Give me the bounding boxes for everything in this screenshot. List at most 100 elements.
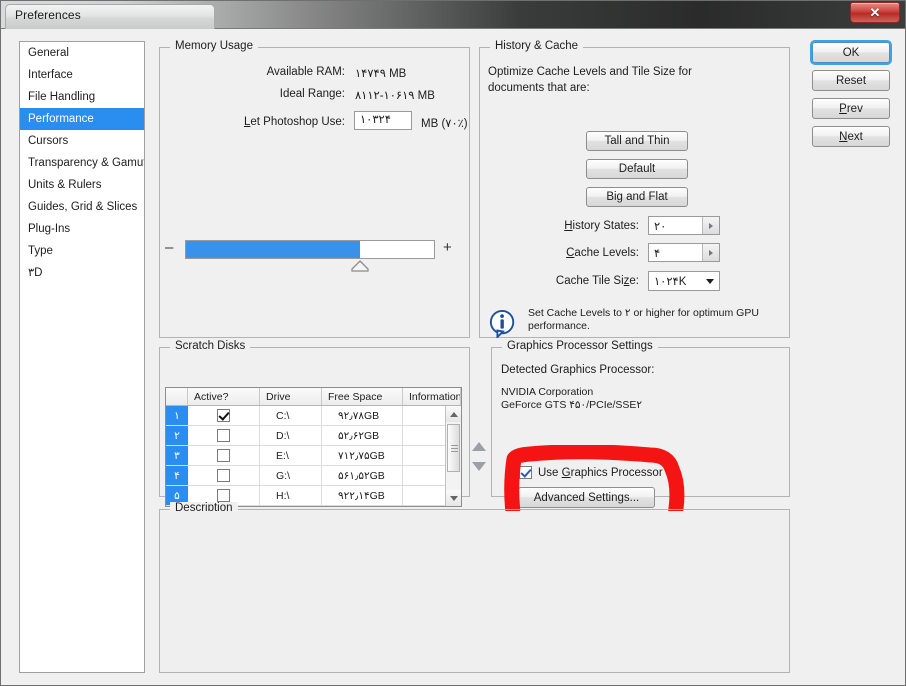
row-number: ۳ <box>166 446 188 465</box>
memory-slider-fill <box>186 241 360 258</box>
row-free-space: ۵۲٫۶۲GB <box>322 426 403 445</box>
default-button[interactable]: Default <box>586 159 688 179</box>
chevron-down-icon[interactable] <box>701 279 719 284</box>
table-scrollbar[interactable] <box>445 406 461 506</box>
scrollbar-up-icon[interactable] <box>446 406 461 422</box>
sidebar-item-cursors[interactable]: Cursors <box>20 130 144 152</box>
history-states-arrow-icon[interactable] <box>702 217 719 234</box>
scratch-disk-move-up-button[interactable] <box>471 439 487 453</box>
row-number: ۴ <box>166 466 188 485</box>
title-bar: Preferences ✕ <box>1 1 905 29</box>
graphics-processor-legend: Graphics Processor Settings <box>502 340 658 352</box>
cache-levels-label: Cache Levels: <box>566 247 639 259</box>
cache-tile-size-select[interactable]: ۱۰۲۴K <box>648 271 720 291</box>
let-photoshop-use-input[interactable]: ۱۰۳۲۴ <box>354 111 412 130</box>
row-drive: E:\ <box>260 446 322 465</box>
optimize-text-line2: documents that are: <box>488 82 590 94</box>
active-checkbox[interactable] <box>217 429 230 442</box>
sidebar-item-general[interactable]: General <box>20 42 144 64</box>
sidebar-item-type[interactable]: Type <box>20 240 144 262</box>
slider-minus-icon[interactable]: – <box>165 239 173 256</box>
row-active-cell[interactable] <box>188 426 260 445</box>
sidebar-item-guides-grid-slices[interactable]: Guides, Grid & Slices <box>20 196 144 218</box>
sidebar-item-3d[interactable]: ۳D <box>20 262 144 284</box>
sidebar-item-units-rulers[interactable]: Units & Rulers <box>20 174 144 196</box>
row-drive: G:\ <box>260 466 322 485</box>
column-header-free-space[interactable]: Free Space <box>322 388 403 405</box>
info-icon <box>489 310 515 338</box>
memory-slider-track[interactable] <box>185 240 435 259</box>
category-list[interactable]: General Interface File Handling Performa… <box>19 41 145 673</box>
row-free-space: ۷۱۲٫۷۵GB <box>322 446 403 465</box>
memory-slider-thumb[interactable] <box>351 260 369 272</box>
slider-plus-icon[interactable]: + <box>443 239 452 256</box>
column-header-active[interactable]: Active? <box>188 388 260 405</box>
cache-tile-size-value: ۱۰۲۴K <box>654 276 687 288</box>
detected-gpu-label: Detected Graphics Processor: <box>501 364 655 376</box>
history-cache-legend: History & Cache <box>490 40 584 52</box>
sidebar-item-interface[interactable]: Interface <box>20 64 144 86</box>
scrollbar-down-icon[interactable] <box>446 490 461 506</box>
window-title: Preferences <box>15 8 81 22</box>
let-photoshop-use-label-rest: et Photoshop Use: <box>250 116 345 128</box>
description-text <box>161 511 788 671</box>
cache-levels-value[interactable]: ۴ <box>649 246 702 260</box>
row-drive: H:\ <box>260 486 322 505</box>
column-header-information[interactable]: Information <box>403 388 461 405</box>
available-ram-label: Available RAM: <box>266 66 345 78</box>
column-header-drive[interactable]: Drive <box>260 388 322 405</box>
table-row[interactable]: ۳ E:\ ۷۱۲٫۷۵GB <box>166 446 461 466</box>
ok-button[interactable]: OK <box>810 40 892 65</box>
memory-unit-suffix: MB (۷۰٪) <box>421 118 468 130</box>
row-drive: D:\ <box>260 426 322 445</box>
big-and-flat-button[interactable]: Big and Flat <box>586 187 688 207</box>
reset-button[interactable]: Reset <box>812 70 890 91</box>
dialog-body: General Interface File Handling Performa… <box>2 30 904 685</box>
row-active-cell[interactable] <box>188 446 260 465</box>
row-free-space: ۵۶۱٫۵۲GB <box>322 466 403 485</box>
row-number: ۱ <box>166 406 188 425</box>
gpu-vendor: NVIDIA Corporation <box>501 386 594 398</box>
gpu-model: GeForce GTS ۴۵۰/PCIe/SSE۲ <box>501 399 643 411</box>
scratch-disks-table[interactable]: Active? Drive Free Space Information ۱ C… <box>165 387 462 507</box>
history-states-value[interactable]: ۲۰ <box>649 219 702 233</box>
optimize-text-line1: Optimize Cache Levels and Tile Size for <box>488 66 692 78</box>
sidebar-item-transparency-gamut[interactable]: Transparency & Gamut <box>20 152 144 174</box>
use-graphics-processor-row[interactable]: Use Graphics Processor <box>519 466 663 479</box>
row-free-space: ۹۲۲٫۱۴GB <box>322 486 403 505</box>
column-header-num <box>166 388 188 405</box>
prev-button[interactable]: Prev <box>812 98 890 119</box>
tall-and-thin-button[interactable]: Tall and Thin <box>586 131 688 151</box>
row-drive: C:\ <box>260 406 322 425</box>
sidebar-item-file-handling[interactable]: File Handling <box>20 86 144 108</box>
active-checkbox[interactable] <box>217 489 230 502</box>
close-icon[interactable]: ✕ <box>850 2 900 23</box>
use-graphics-processor-checkbox[interactable] <box>519 466 532 479</box>
row-number: ۲ <box>166 426 188 445</box>
let-photoshop-use-label: Let Photoshop Use: <box>243 116 345 128</box>
table-row[interactable]: ۱ C:\ ۹۲٫۷۸GB <box>166 406 461 426</box>
gpu-info-line2: performance. <box>528 320 590 332</box>
active-checkbox[interactable] <box>217 449 230 462</box>
row-free-space: ۹۲٫۷۸GB <box>322 406 403 425</box>
row-active-cell[interactable] <box>188 406 260 425</box>
table-row[interactable]: ۴ G:\ ۵۶۱٫۵۲GB <box>166 466 461 486</box>
sidebar-item-plug-ins[interactable]: Plug-Ins <box>20 218 144 240</box>
scrollbar-thumb[interactable] <box>447 424 460 472</box>
table-row[interactable]: ۲ D:\ ۵۲٫۶۲GB <box>166 426 461 446</box>
active-checkbox[interactable] <box>217 409 230 422</box>
history-states-label: History States: <box>564 220 639 232</box>
gpu-info-line1: Set Cache Levels to ۲ or higher for opti… <box>528 307 759 319</box>
next-button[interactable]: Next <box>812 126 890 147</box>
history-states-stepper[interactable]: ۲۰ <box>648 216 720 235</box>
use-graphics-processor-label: Use Graphics Processor <box>538 466 663 479</box>
ideal-range-value: ۸۱۱۲-۱۰۶۱۹ MB <box>355 90 435 102</box>
row-active-cell[interactable] <box>188 466 260 485</box>
cache-levels-stepper[interactable]: ۴ <box>648 243 720 262</box>
sidebar-item-performance[interactable]: Performance <box>20 108 144 130</box>
scratch-disk-move-down-button[interactable] <box>471 459 487 473</box>
active-checkbox[interactable] <box>217 469 230 482</box>
advanced-settings-button[interactable]: Advanced Settings... <box>518 487 655 508</box>
cache-levels-arrow-icon[interactable] <box>702 244 719 261</box>
scratch-disks-legend: Scratch Disks <box>170 340 251 352</box>
